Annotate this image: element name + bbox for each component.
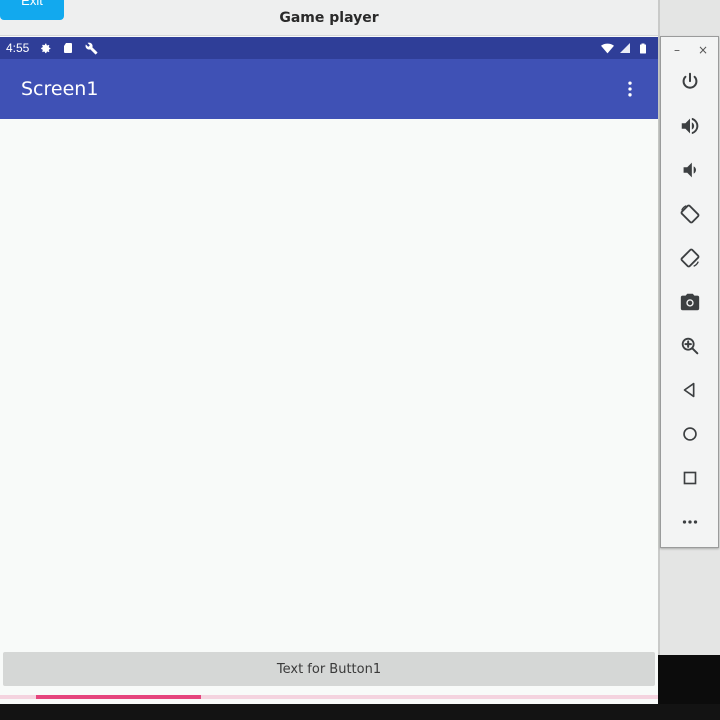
power-icon[interactable] [674,66,706,98]
more-icon[interactable] [674,506,706,538]
volume-up-icon[interactable] [674,110,706,142]
game-player-window: Game player Exit 4:55 Screen1 Text for B… [0,0,658,720]
overflow-menu-icon[interactable] [618,77,642,101]
side-panel-header: – × [661,37,718,63]
screen-title: Screen1 [21,78,99,100]
window-titlebar: Game player [0,0,658,36]
zoom-icon[interactable] [674,330,706,362]
status-time: 4:55 [6,41,30,55]
screen-content [0,119,658,650]
exit-button[interactable]: Exit [0,0,64,20]
close-button[interactable]: × [698,44,708,56]
signal-icon [618,41,632,55]
rotate-right-icon[interactable] [674,242,706,274]
camera-icon[interactable] [674,286,706,318]
desktop-background [658,655,720,704]
wifi-icon [600,41,614,55]
app-bar: Screen1 [0,59,658,119]
progress-bar [0,695,658,699]
rotate-left-icon[interactable] [674,198,706,230]
settings-icon [38,41,52,55]
home-icon[interactable] [674,418,706,450]
overview-icon[interactable] [674,462,706,494]
emulator-side-panel: – × [660,36,719,548]
progress-fill [36,695,201,699]
sd-card-icon [61,41,75,55]
wrench-icon [84,41,98,55]
volume-down-icon[interactable] [674,154,706,186]
minimize-button[interactable]: – [674,44,680,56]
android-status-bar: 4:55 [0,37,658,59]
window-title: Game player [279,9,379,26]
back-icon[interactable] [674,374,706,406]
button1[interactable]: Text for Button1 [3,652,655,686]
battery-icon [636,41,650,55]
taskbar [0,704,720,720]
